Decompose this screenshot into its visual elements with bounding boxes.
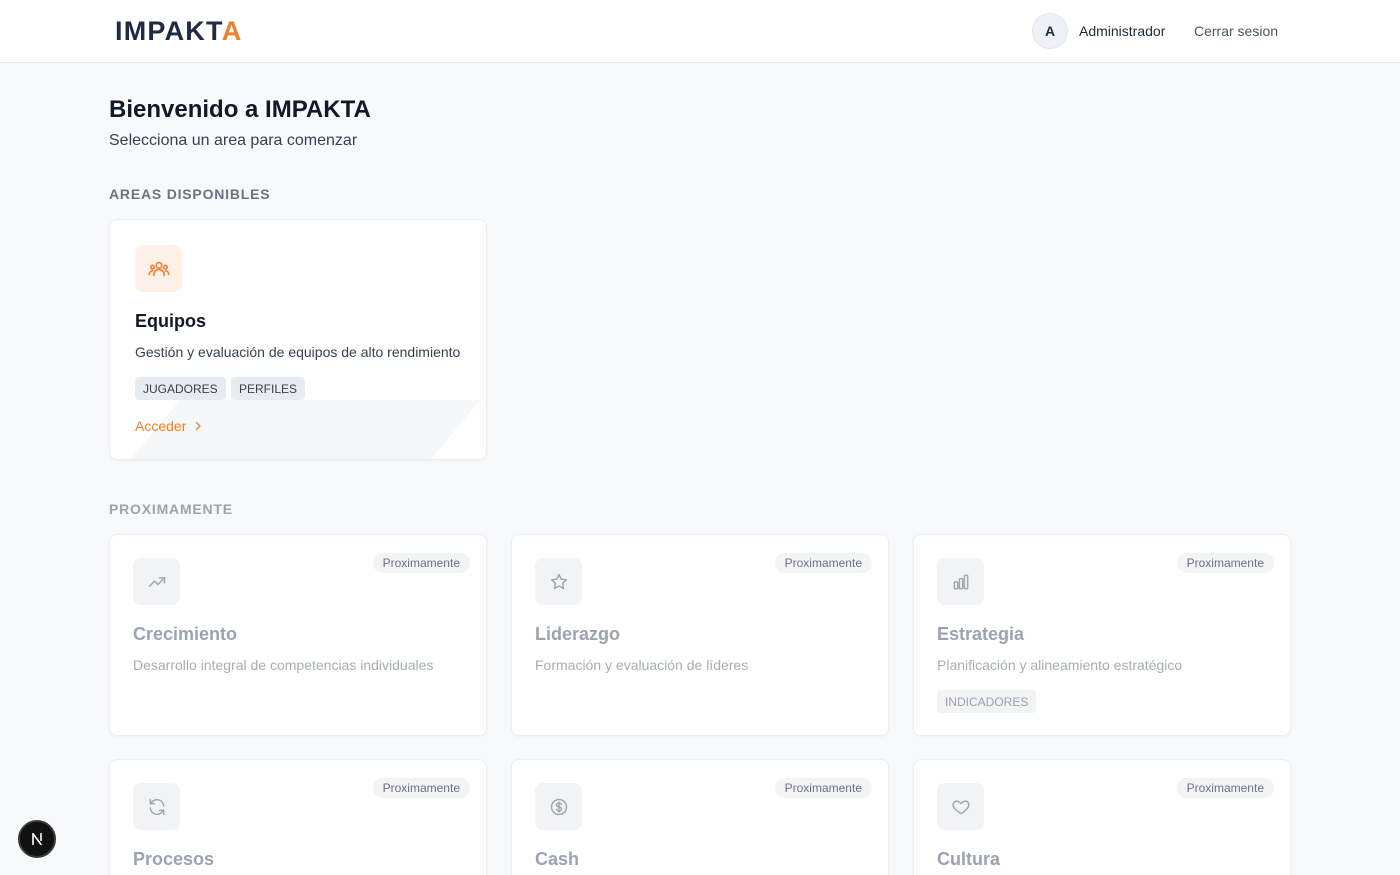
n-logo-icon: [32, 832, 42, 846]
card-title: Cash: [535, 849, 580, 869]
chevron-right-icon: [196, 421, 201, 431]
area-card-procesos: Proximamente Procesos: [109, 759, 487, 875]
username: Administrador: [1079, 23, 1166, 39]
dollar-circle-icon: [550, 798, 567, 815]
impakta-logo[interactable]: IMPAKTA: [115, 15, 242, 47]
card-title: Crecimiento: [133, 624, 238, 644]
coming-soon-badge: Proximamente: [1176, 778, 1274, 798]
card-icon-box: [535, 558, 582, 605]
page-subtitle: Selecciona un area para comenzar: [109, 132, 358, 149]
top-bar: IMPAKTA A Administrador Cerrar sesion: [0, 0, 1400, 63]
access-link[interactable]: Acceder: [135, 418, 204, 434]
avatar[interactable]: A: [1032, 13, 1068, 49]
logo-text: IMPAKT: [115, 16, 222, 46]
section-label-available: AREAS DISPONIBLES: [109, 186, 271, 202]
page-title: Bienvenido a IMPAKTA: [109, 96, 371, 123]
coming-soon-badge: Proximamente: [774, 778, 872, 798]
tag-indicadores: INDICADORES: [937, 690, 1037, 713]
card-title: Liderazgo: [535, 624, 621, 644]
card-icon-box: [937, 783, 984, 830]
area-card-crecimiento: Proximamente Crecimiento Desarrollo inte…: [109, 534, 487, 736]
star-icon: [550, 573, 567, 589]
area-card-liderazgo: Proximamente Liderazgo Formación y evalu…: [511, 534, 889, 736]
card-title: Cultura: [937, 849, 1000, 869]
card-icon-box: [535, 783, 582, 830]
card-description: Gestión y evaluación de equipos de alto …: [135, 344, 461, 360]
trending-up-icon: [148, 576, 165, 587]
card-icon-box: [135, 245, 182, 292]
card-icon-box: [133, 558, 180, 605]
logout-button[interactable]: Cerrar sesion: [1194, 23, 1278, 39]
section-label-upcoming: PROXIMAMENTE: [109, 501, 233, 517]
tag-jugadores: JUGADORES: [135, 377, 226, 400]
card-description: Formación y evaluación de líderes: [535, 657, 749, 673]
card-title: Procesos: [133, 849, 215, 869]
coming-soon-badge: Proximamente: [1176, 553, 1274, 573]
refresh-icon: [149, 798, 164, 815]
bar-chart-icon: [953, 574, 968, 589]
avatar-initial: A: [1044, 23, 1056, 39]
card-icon-box: [937, 558, 984, 605]
floating-n-badge[interactable]: [18, 820, 56, 858]
heart-icon: [951, 799, 970, 814]
tag-perfiles: PERFILES: [231, 377, 306, 400]
area-card-equipos[interactable]: Equipos Gestión y evaluación de equipos …: [109, 219, 487, 460]
card-description: Planificación y alineamiento estratégico: [937, 657, 1183, 673]
access-label: Acceder: [135, 418, 187, 434]
card-title: Equipos: [135, 311, 206, 331]
area-card-estrategia: Proximamente Estrategia Planificación y …: [913, 534, 1291, 736]
coming-soon-badge: Proximamente: [372, 553, 470, 573]
card-description: Desarrollo integral de competencias indi…: [133, 657, 434, 673]
logo-accent-text: A: [221, 16, 243, 46]
card-icon-box: [133, 783, 180, 830]
area-card-cash: Proximamente Cash: [511, 759, 889, 875]
coming-soon-badge: Proximamente: [372, 778, 470, 798]
card-title: Estrategia: [937, 624, 1025, 644]
users-icon: [148, 261, 169, 276]
area-card-cultura: Proximamente Cultura: [913, 759, 1291, 875]
coming-soon-badge: Proximamente: [774, 553, 872, 573]
